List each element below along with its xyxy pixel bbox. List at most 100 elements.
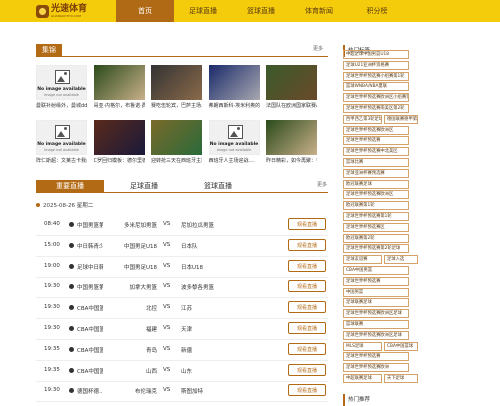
highlight-card[interactable]: 昨日精彩，如今再聚：鲁岛...: [266, 120, 317, 164]
tab-football-live[interactable]: 足球直播: [130, 180, 158, 192]
highlight-caption[interactable]: 西班牙人主场迎战....: [209, 157, 260, 164]
highlight-caption[interactable]: 曼联补射缘外，曼城dd直直...: [36, 102, 87, 109]
highlight-caption[interactable]: 法国队在欧洲国家联赛A组...: [266, 102, 317, 109]
watch-live-button[interactable]: 观看直播: [288, 363, 326, 376]
tag-link[interactable]: 中国男篮: [343, 287, 409, 297]
highlight-card[interactable]: 迎转抢三天在西班牙主场山...: [151, 120, 202, 164]
tag-link[interactable]: 足球U21亚洲杯资格赛: [343, 60, 409, 70]
nav-sports-news[interactable]: 体育新闻: [290, 0, 348, 22]
tag-link[interactable]: 足球世界杯预选赛欧洲区足球: [343, 330, 409, 340]
tag-link[interactable]: 中超联赛足球: [343, 374, 382, 383]
highlight-card[interactable]: No image available image not available 西班牙…: [208, 120, 260, 164]
highlight-caption[interactable]: 弗朗西斯科·埃米利奥的...: [209, 102, 260, 109]
nav-football-live[interactable]: 足球直播: [174, 0, 232, 22]
tag-link[interactable]: 篮球比赛: [343, 158, 409, 167]
highlight-card[interactable]: No image available image not available 曼联补…: [36, 65, 87, 109]
away-team[interactable]: 新疆: [181, 346, 192, 354]
tag-link[interactable]: 欧冠联赛足球: [343, 179, 409, 189]
tag-link[interactable]: 足球世界杯预选赛小组赛第1轮: [343, 71, 409, 81]
away-team[interactable]: 山东: [181, 367, 192, 375]
image-placeholder[interactable]: No image available image not available: [36, 120, 87, 155]
watch-live-button[interactable]: 观看直播: [288, 218, 326, 230]
tag-link[interactable]: 足球世界杯预选赛第2轮足球: [343, 244, 409, 254]
tag-link[interactable]: 西甲西乙第3轮足球: [343, 114, 382, 124]
tag-link[interactable]: 足球世界杯预选赛区: [343, 222, 409, 232]
tag-link[interactable]: 足球世界杯预选赛: [343, 136, 409, 146]
tag-link[interactable]: 足球世界杯预选赛欧洲区: [343, 125, 409, 135]
schedule-more-link[interactable]: 更多: [317, 181, 327, 188]
tag-link[interactable]: 欧冠联赛第1轮: [343, 201, 409, 211]
watch-live-button[interactable]: 观看直播: [288, 322, 326, 334]
tag-link[interactable]: 足球友谊赛: [343, 255, 382, 265]
highlight-thumbnail[interactable]: [208, 65, 260, 100]
watch-live-button[interactable]: 观看直播: [288, 280, 326, 293]
highlight-thumbnail[interactable]: [266, 65, 317, 100]
highlight-thumbnail[interactable]: [151, 65, 202, 100]
tag-link[interactable]: 足球世界杯预选赛: [343, 352, 409, 362]
away-team[interactable]: 天津: [181, 325, 192, 333]
tab-important-live[interactable]: 重要直播: [36, 180, 104, 192]
away-team[interactable]: 尼加拉瓜男篮: [181, 221, 214, 229]
highlight-card[interactable]: C罗回归模板：德尔里德头...: [93, 120, 145, 164]
highlight-card[interactable]: 赛吃伍轮宾，巴萨主场...: [151, 65, 202, 109]
nav-home[interactable]: 首页: [116, 0, 174, 22]
tag-link[interactable]: 足球世界杯预选赛欧洲区足球: [343, 309, 409, 319]
tag-link[interactable]: CBA中国男篮: [343, 266, 409, 275]
watch-live-button[interactable]: 观看直播: [288, 259, 326, 272]
highlight-caption[interactable]: 阵仁斯超：文莱古卡我杀...: [36, 157, 87, 164]
home-team[interactable]: 中国男足U18: [100, 242, 157, 250]
tag-link[interactable]: 德国联赛德甲第1轮足球: [384, 114, 418, 124]
site-logo[interactable]: 光速体育 GUANGSUTIYU.COM: [36, 3, 87, 19]
away-team[interactable]: 日本队: [181, 242, 198, 250]
watch-live-button[interactable]: 观看直播: [288, 238, 326, 251]
nav-basketball-live[interactable]: 篮球直播: [232, 0, 290, 22]
tab-basketball-live[interactable]: 篮球直播: [204, 180, 232, 192]
highlight-thumbnail[interactable]: [93, 65, 145, 100]
tag-link[interactable]: CBA中国篮球: [384, 341, 418, 351]
home-team[interactable]: 中国男足U18: [100, 263, 157, 271]
highlight-card[interactable]: 弗朗西斯科·埃米利奥的...: [208, 65, 260, 109]
highlight-caption[interactable]: 昨日精彩，如今再聚：鲁岛...: [266, 157, 317, 164]
home-team[interactable]: 山西: [100, 367, 157, 375]
highlight-caption[interactable]: C罗回归模板：德尔里德头...: [94, 157, 145, 164]
away-team[interactable]: 江苏: [181, 304, 192, 312]
highlight-thumbnail[interactable]: [151, 120, 202, 155]
tag-link[interactable]: 篮球WNBA/NBA夏联: [343, 82, 409, 92]
tag-link[interactable]: 足球世界杯预选赛欧洲: [343, 363, 409, 373]
highlight-thumbnail[interactable]: [93, 120, 145, 155]
image-placeholder[interactable]: No image available image not available: [36, 65, 87, 100]
home-team[interactable]: 青岛: [100, 346, 157, 354]
tag-link[interactable]: 足球世界杯预选赛第1轮: [343, 212, 409, 221]
tag-link[interactable]: 足球亚洲杯赛预选赛: [343, 168, 409, 178]
highlight-thumbnail[interactable]: [266, 120, 317, 155]
highlight-caption[interactable]: 迎转抢三天在西班牙主场山...: [151, 157, 202, 164]
away-team[interactable]: 斯图加特: [181, 387, 203, 395]
tag-link[interactable]: 天下足球: [384, 374, 418, 383]
home-team[interactable]: 布伦瑞克: [100, 387, 157, 395]
watch-live-button[interactable]: 观看直播: [288, 384, 326, 397]
tag-link[interactable]: 篮球联赛: [343, 320, 409, 329]
tag-link[interactable]: 中超足球中国男篮U18: [343, 50, 409, 59]
tag-link[interactable]: 足球世界杯预选赛欧洲区: [343, 190, 409, 200]
home-team[interactable]: 加拿大男篮: [100, 283, 157, 291]
image-placeholder[interactable]: No image available image not available: [208, 120, 260, 155]
highlights-more-link[interactable]: 更多: [313, 45, 323, 52]
away-team[interactable]: 波多黎各男篮: [181, 283, 214, 291]
tag-link[interactable]: 足球世界杯预选赛南美区第2轮: [343, 104, 409, 113]
tag-link[interactable]: 足球世界杯预选赛中北美区: [343, 147, 409, 157]
highlight-card[interactable]: 哥亚·内格尔，布鲁诺·费尔...: [93, 65, 145, 109]
nav-standings[interactable]: 积分榜: [348, 0, 406, 22]
highlight-card[interactable]: 法国队在欧洲国家联赛A组...: [266, 65, 317, 109]
tag-link[interactable]: 足球入选: [384, 255, 418, 265]
watch-live-button[interactable]: 观看直播: [288, 342, 326, 355]
highlight-caption[interactable]: 哥亚·内格尔，布鲁诺·费尔...: [94, 102, 145, 109]
tag-link[interactable]: 欧冠联赛第2轮: [343, 233, 409, 243]
tag-link[interactable]: 足球联赛足球: [343, 298, 409, 308]
tag-link[interactable]: 足球世界杯预选赛: [343, 276, 409, 286]
home-team[interactable]: 多米尼加男篮: [100, 221, 157, 229]
watch-live-button[interactable]: 观看直播: [288, 301, 326, 314]
tag-link[interactable]: 足球世界杯预选赛欧洲区小组赛第1轮: [343, 93, 409, 103]
tag-link[interactable]: MLS足球: [343, 341, 382, 351]
away-team[interactable]: 日本U18: [181, 263, 203, 271]
home-team[interactable]: 北控: [100, 304, 157, 312]
